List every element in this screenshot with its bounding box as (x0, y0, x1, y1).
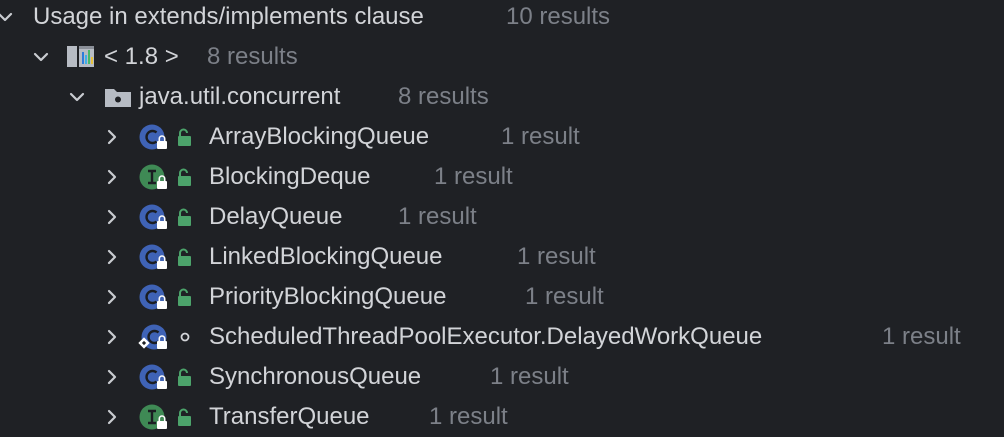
package-private-icon (180, 332, 190, 342)
tree-node-class[interactable]: PriorityBlockingQueue 1 result (0, 277, 1004, 317)
class-label: ArrayBlockingQueue (209, 123, 430, 150)
interface-icon (139, 164, 167, 190)
chevron-down-icon[interactable] (66, 86, 88, 108)
result-count: 1 result (501, 123, 580, 150)
chevron-right-icon[interactable] (101, 366, 123, 388)
chevron-down-icon[interactable] (30, 46, 52, 68)
tree-node-class[interactable]: DelayQueue 1 result (0, 197, 1004, 237)
public-lock-icon (178, 368, 191, 386)
class-icon (139, 364, 167, 390)
chevron-right-icon[interactable] (101, 166, 123, 188)
chevron-right-icon[interactable] (101, 286, 123, 308)
public-lock-icon (178, 208, 191, 226)
class-icon (139, 284, 167, 310)
tree-node-class[interactable]: SynchronousQueue 1 result (0, 357, 1004, 397)
chevron-right-icon[interactable] (101, 206, 123, 228)
static-class-icon (138, 324, 167, 350)
interface-icon (139, 404, 167, 430)
tree-node-interface[interactable]: BlockingDeque 1 result (0, 157, 1004, 197)
class-label: PriorityBlockingQueue (209, 283, 447, 310)
tree-node-usage-group[interactable]: Usage in extends/implements clause 10 re… (0, 0, 1004, 37)
class-icon (139, 204, 167, 230)
public-lock-icon (178, 288, 191, 306)
public-lock-icon (178, 128, 191, 146)
tree-node-interface[interactable]: TransferQueue 1 result (0, 397, 1004, 437)
chevron-down-icon[interactable] (0, 6, 16, 28)
package-label: java.util.concurrent (139, 83, 341, 110)
package-count: 8 results (398, 83, 489, 110)
result-count: 1 result (434, 163, 513, 190)
chevron-right-icon[interactable] (101, 326, 123, 348)
interface-label: BlockingDeque (209, 163, 371, 190)
class-icon (139, 124, 167, 150)
result-count: 1 result (398, 203, 477, 230)
class-icon (139, 244, 167, 270)
library-icon (67, 46, 94, 67)
result-count: 1 result (490, 363, 569, 390)
result-count: 1 result (882, 323, 961, 350)
chevron-right-icon[interactable] (101, 126, 123, 148)
class-label: LinkedBlockingQueue (209, 243, 443, 270)
chevron-right-icon[interactable] (101, 406, 123, 428)
class-label: SynchronousQueue (209, 363, 422, 390)
library-label: < 1.8 > (104, 43, 179, 70)
group-label: Usage in extends/implements clause (33, 3, 424, 30)
tree-node-class[interactable]: ArrayBlockingQueue 1 result (0, 117, 1004, 157)
find-usages-tree: Usage in extends/implements clause 10 re… (0, 0, 1004, 436)
tree-node-class[interactable]: LinkedBlockingQueue 1 result (0, 237, 1004, 277)
public-lock-icon (178, 248, 191, 266)
tree-node-class[interactable]: ScheduledThreadPoolExecutor.DelayedWorkQ… (0, 317, 1004, 357)
interface-label: TransferQueue (209, 403, 370, 430)
library-count: 8 results (207, 43, 298, 70)
result-count: 1 result (517, 243, 596, 270)
public-lock-icon (178, 168, 191, 186)
result-count: 1 result (525, 283, 604, 310)
tree-node-package[interactable]: java.util.concurrent 8 results (0, 77, 1004, 117)
chevron-right-icon[interactable] (101, 246, 123, 268)
tree-node-library[interactable]: < 1.8 > 8 results (0, 37, 1004, 77)
public-lock-icon (178, 408, 191, 426)
result-count: 1 result (429, 403, 508, 430)
group-count: 10 results (506, 3, 611, 30)
class-label: ScheduledThreadPoolExecutor.DelayedWorkQ… (209, 323, 763, 350)
package-folder-icon (105, 89, 131, 107)
class-label: DelayQueue (209, 203, 343, 230)
